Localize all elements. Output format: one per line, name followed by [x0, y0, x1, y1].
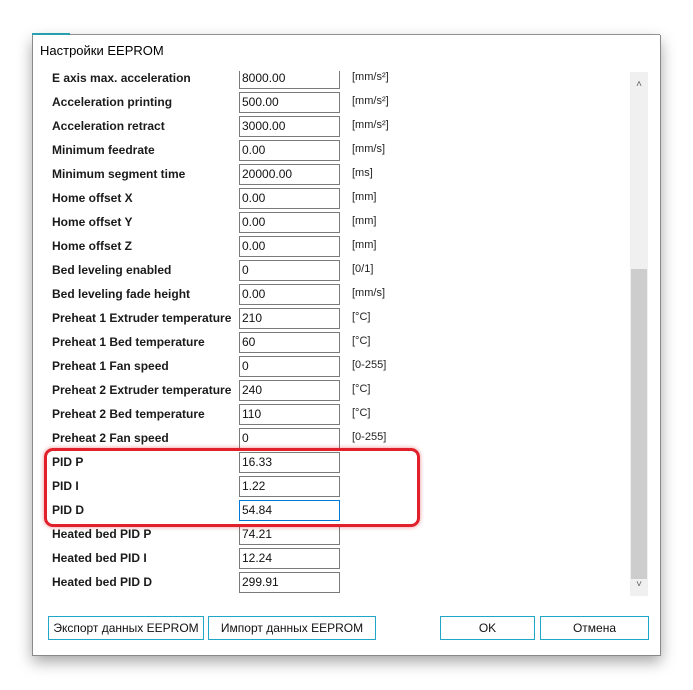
setting-label: Heated bed PID I: [52, 551, 147, 565]
setting-unit: [mm/s]: [352, 143, 385, 155]
setting-unit: [mm]: [352, 239, 377, 251]
setting-row: Bed leveling enabled 0 [0/1]: [33, 260, 623, 284]
setting-unit: [°C]: [352, 311, 371, 323]
setting-row: Acceleration retract 3000.00 [mm/s²]: [33, 116, 623, 140]
setting-row: Bed leveling fade height 0.00 [mm/s]: [33, 284, 623, 308]
setting-label: Bed leveling enabled: [52, 263, 172, 277]
setting-input[interactable]: 500.00: [239, 92, 340, 113]
setting-label: Preheat 1 Extruder temperature: [52, 311, 232, 325]
setting-input[interactable]: 0.00: [239, 140, 340, 161]
setting-label: Heated bed PID P: [52, 527, 152, 541]
vertical-scrollbar[interactable]: ˄ ˅: [630, 72, 648, 596]
setting-row: Minimum feedrate 0.00 [mm/s]: [33, 140, 623, 164]
setting-label: Home offset Y: [52, 215, 133, 229]
ok-button[interactable]: OK: [440, 616, 535, 640]
setting-row: Heated bed PID P 74.21: [33, 524, 623, 548]
setting-input[interactable]: 0: [239, 356, 340, 377]
setting-unit: [°C]: [352, 335, 371, 347]
setting-input[interactable]: 0: [239, 428, 340, 449]
setting-input[interactable]: 60: [239, 332, 340, 353]
setting-input[interactable]: 299.91: [239, 572, 340, 593]
setting-row: Home offset Y 0.00 [mm]: [33, 212, 623, 236]
scroll-down-icon[interactable]: ˅: [630, 576, 648, 593]
setting-label: Home offset Z: [52, 239, 133, 253]
scrollbar-thumb[interactable]: [631, 269, 647, 579]
setting-row: Preheat 2 Bed temperature 110 [°C]: [33, 404, 623, 428]
setting-label: Preheat 2 Bed temperature: [52, 407, 205, 421]
setting-input[interactable]: 0: [239, 260, 340, 281]
setting-input[interactable]: 110: [239, 404, 340, 425]
setting-label: Preheat 1 Fan speed: [52, 359, 169, 373]
setting-label: Preheat 1 Bed temperature: [52, 335, 205, 349]
setting-input[interactable]: 8000.00: [239, 71, 340, 89]
setting-input[interactable]: 0.00: [239, 284, 340, 305]
setting-input[interactable]: 210: [239, 308, 340, 329]
setting-input[interactable]: 0.00: [239, 236, 340, 257]
setting-input[interactable]: 240: [239, 380, 340, 401]
setting-input[interactable]: 74.21: [239, 524, 340, 545]
scroll-up-icon[interactable]: ˄: [630, 76, 648, 93]
setting-input[interactable]: 20000.00: [239, 164, 340, 185]
setting-row: Preheat 1 Bed temperature 60 [°C]: [33, 332, 623, 356]
setting-unit: [0-255]: [352, 359, 387, 371]
export-eeprom-button[interactable]: Экспорт данных EEPROM: [48, 616, 204, 640]
setting-unit: [0-255]: [352, 431, 387, 443]
setting-label: Minimum segment time: [52, 167, 186, 181]
setting-input[interactable]: 3000.00: [239, 116, 340, 137]
setting-row: Preheat 1 Fan speed 0 [0-255]: [33, 356, 623, 380]
setting-row: Preheat 1 Extruder temperature 210 [°C]: [33, 308, 623, 332]
pid-highlight-box: [44, 448, 420, 527]
setting-input[interactable]: 0.00: [239, 188, 340, 209]
setting-unit: [mm/s²]: [352, 71, 389, 83]
setting-row: Minimum segment time 20000.00 [ms]: [33, 164, 623, 188]
setting-input[interactable]: 0.00: [239, 212, 340, 233]
setting-row: Heated bed PID I 12.24: [33, 548, 623, 572]
setting-label: E axis max. acceleration: [52, 71, 191, 85]
setting-label: Acceleration printing: [52, 95, 173, 109]
cancel-button[interactable]: Отмена: [540, 616, 649, 640]
setting-unit: [0/1]: [352, 263, 374, 275]
setting-label: Bed leveling fade height: [52, 287, 191, 301]
setting-label: Home offset X: [52, 191, 133, 205]
setting-unit: [ms]: [352, 167, 373, 179]
setting-row: Acceleration printing 500.00 [mm/s²]: [33, 92, 623, 116]
setting-label: Preheat 2 Fan speed: [52, 431, 169, 445]
setting-unit: [mm/s²]: [352, 95, 389, 107]
setting-row: Home offset Z 0.00 [mm]: [33, 236, 623, 260]
setting-label: Preheat 2 Extruder temperature: [52, 383, 232, 397]
setting-label: Acceleration retract: [52, 119, 165, 133]
import-eeprom-button[interactable]: Импорт данных EEPROM: [208, 616, 376, 640]
dialog-title: Настройки EEPROM: [40, 43, 164, 58]
setting-label: Minimum feedrate: [52, 143, 155, 157]
setting-unit: [°C]: [352, 407, 371, 419]
setting-row: Heated bed PID D 299.91: [33, 572, 623, 596]
setting-row: Home offset X 0.00 [mm]: [33, 188, 623, 212]
setting-row: E axis max. acceleration 8000.00 [mm/s²]: [33, 71, 623, 92]
setting-unit: [mm]: [352, 191, 377, 203]
setting-label: Heated bed PID D: [52, 575, 153, 589]
setting-unit: [°C]: [352, 383, 371, 395]
setting-unit: [mm]: [352, 215, 377, 227]
setting-unit: [mm/s]: [352, 287, 385, 299]
setting-unit: [mm/s²]: [352, 119, 389, 131]
setting-row: Preheat 2 Extruder temperature 240 [°C]: [33, 380, 623, 404]
setting-input[interactable]: 12.24: [239, 548, 340, 569]
